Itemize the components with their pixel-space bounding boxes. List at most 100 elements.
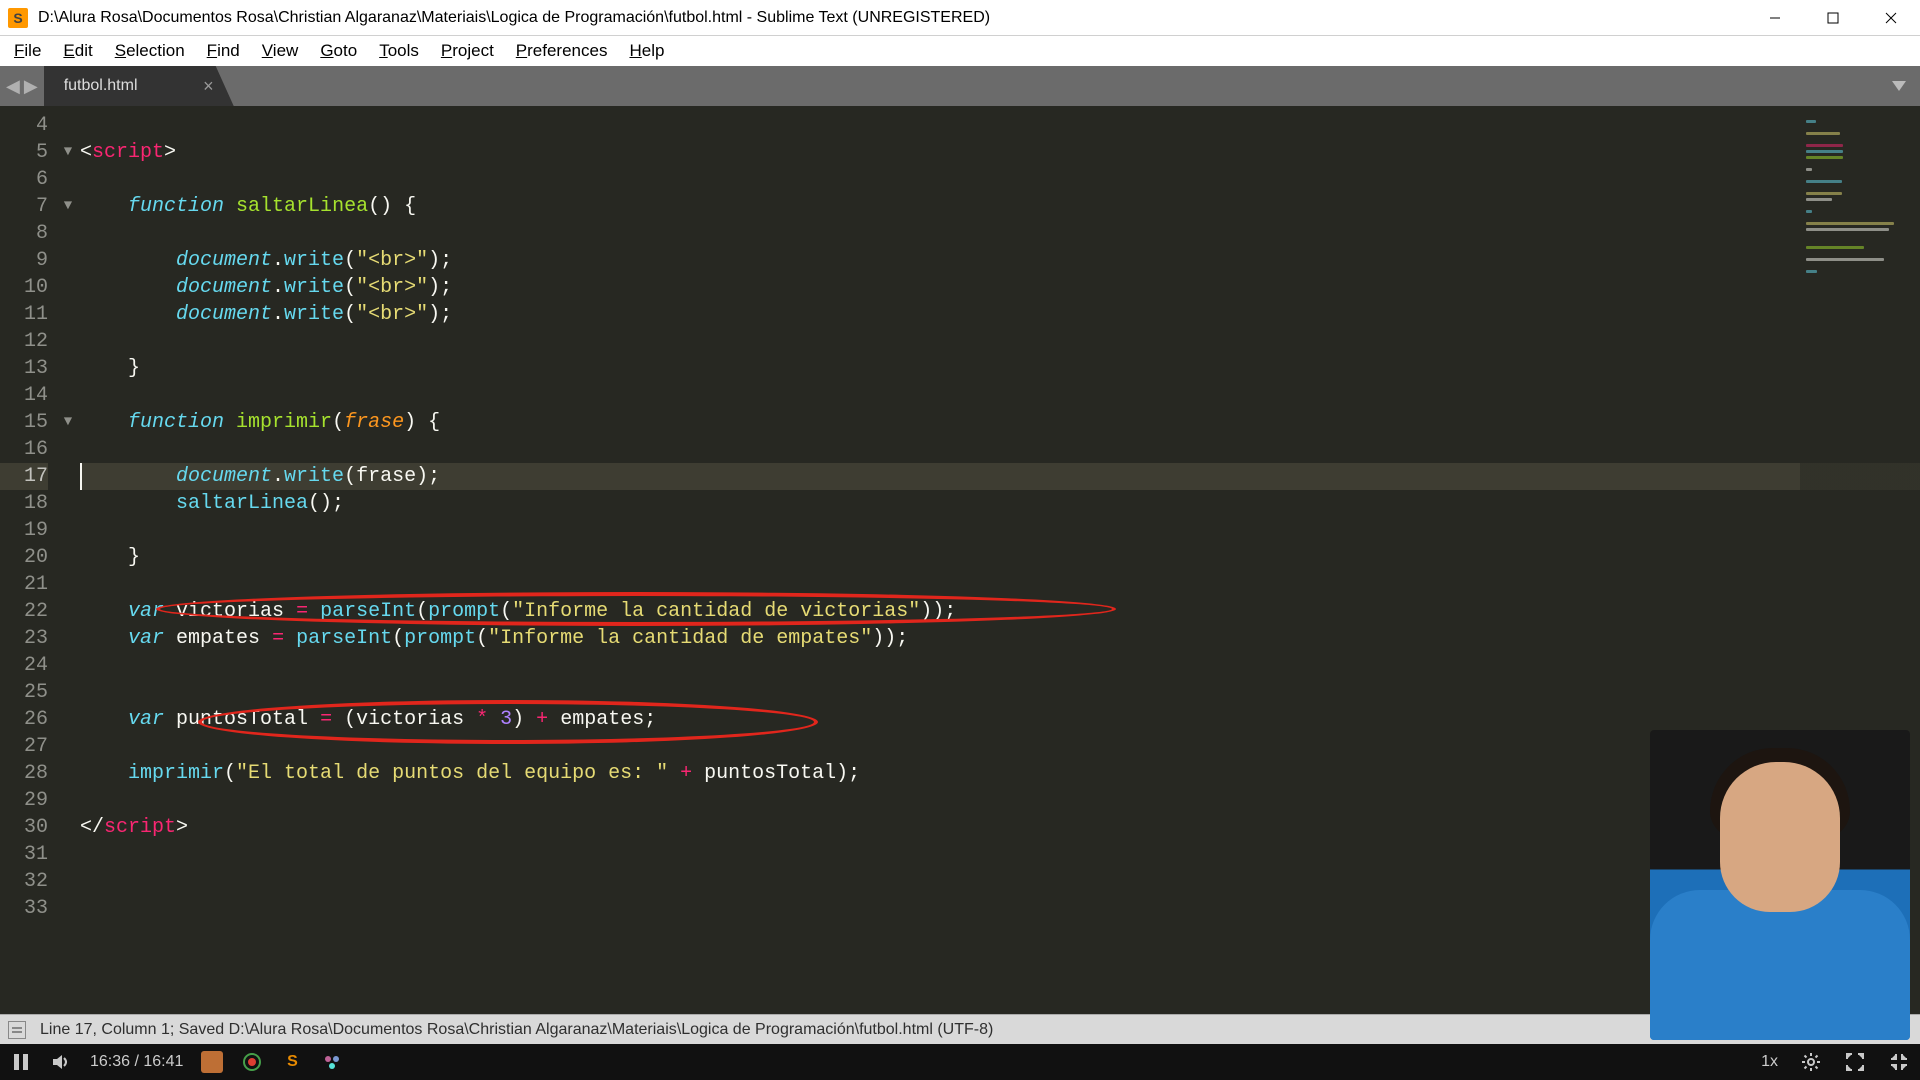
code-line[interactable] <box>80 166 1920 193</box>
code-line[interactable]: } <box>80 355 1920 382</box>
menu-file[interactable]: File <box>4 39 51 63</box>
code-line[interactable] <box>80 733 1920 760</box>
window-titlebar: S D:\Alura Rosa\Documentos Rosa\Christia… <box>0 0 1920 36</box>
volume-icon[interactable] <box>50 1051 72 1073</box>
code-line[interactable] <box>80 679 1920 706</box>
fold-marker <box>58 787 78 814</box>
status-bar: Line 17, Column 1; Saved D:\Alura Rosa\D… <box>0 1014 1920 1044</box>
window-maximize-button[interactable] <box>1804 0 1862 35</box>
fold-marker <box>58 247 78 274</box>
menu-selection[interactable]: Selection <box>105 39 195 63</box>
pause-icon[interactable] <box>10 1051 32 1073</box>
code-line[interactable] <box>80 571 1920 598</box>
code-line[interactable] <box>80 436 1920 463</box>
fold-column[interactable]: ▼ ▼ ▼ <box>58 106 78 1014</box>
code-line[interactable] <box>80 382 1920 409</box>
taskbar-app-2-icon[interactable] <box>241 1051 263 1073</box>
menu-find[interactable]: Find <box>197 39 250 63</box>
fold-marker <box>58 895 78 922</box>
fold-marker[interactable]: ▼ <box>58 139 78 166</box>
code-line[interactable]: <script> <box>80 139 1920 166</box>
tab-nav-arrows[interactable]: ◀ ▶ <box>0 66 44 106</box>
code-line[interactable]: document.write("<br>"); <box>80 301 1920 328</box>
line-number: 15 <box>0 409 48 436</box>
line-number: 31 <box>0 841 48 868</box>
code-line[interactable]: } <box>80 544 1920 571</box>
code-line[interactable]: imprimir("El total de puntos del equipo … <box>80 760 1920 787</box>
line-number: 6 <box>0 166 48 193</box>
line-number: 22 <box>0 598 48 625</box>
tab-nav-prev-icon[interactable]: ◀ <box>6 76 20 97</box>
line-number: 33 <box>0 895 48 922</box>
code-line[interactable] <box>80 841 1920 868</box>
code-line[interactable] <box>80 517 1920 544</box>
fold-marker <box>58 760 78 787</box>
fold-marker <box>58 679 78 706</box>
window-close-button[interactable] <box>1862 0 1920 35</box>
code-line[interactable]: saltarLinea(); <box>80 490 1920 517</box>
menu-preferences[interactable]: Preferences <box>506 39 618 63</box>
line-number: 28 <box>0 760 48 787</box>
fold-marker <box>58 841 78 868</box>
zoom-level[interactable]: 1x <box>1761 1053 1778 1071</box>
line-number: 16 <box>0 436 48 463</box>
code-editor[interactable]: 4567891011121314151617181920212223242526… <box>0 106 1920 1014</box>
fold-marker <box>58 625 78 652</box>
code-line[interactable] <box>80 220 1920 247</box>
tab-active[interactable]: futbol.html × <box>44 66 234 106</box>
tab-overflow-button[interactable] <box>1878 66 1920 106</box>
code-line[interactable]: var puntosTotal = (victorias * 3) + empa… <box>80 706 1920 733</box>
line-number: 14 <box>0 382 48 409</box>
code-line[interactable] <box>80 652 1920 679</box>
code-line[interactable]: var empates = parseInt(prompt("Informe l… <box>80 625 1920 652</box>
fold-marker <box>58 490 78 517</box>
menu-help[interactable]: Help <box>619 39 674 63</box>
code-line[interactable]: document.write("<br>"); <box>80 247 1920 274</box>
menu-view[interactable]: View <box>252 39 309 63</box>
fold-marker <box>58 112 78 139</box>
line-number: 30 <box>0 814 48 841</box>
menu-edit[interactable]: Edit <box>53 39 102 63</box>
line-number: 4 <box>0 112 48 139</box>
line-number: 5 <box>0 139 48 166</box>
line-number: 24 <box>0 652 48 679</box>
window-minimize-button[interactable] <box>1746 0 1804 35</box>
code-area[interactable]: <script> function saltarLinea() { docume… <box>78 106 1920 1014</box>
fold-marker <box>58 220 78 247</box>
menu-tools[interactable]: Tools <box>369 39 429 63</box>
status-text: Line 17, Column 1; Saved D:\Alura Rosa\D… <box>40 1021 993 1039</box>
line-number: 32 <box>0 868 48 895</box>
fold-marker <box>58 733 78 760</box>
line-number: 11 <box>0 301 48 328</box>
menu-project[interactable]: Project <box>431 39 504 63</box>
code-line[interactable]: var victorias = parseInt(prompt("Informe… <box>80 598 1920 625</box>
settings-icon[interactable] <box>1800 1051 1822 1073</box>
code-line[interactable]: document.write("<br>"); <box>80 274 1920 301</box>
line-number: 10 <box>0 274 48 301</box>
fold-marker[interactable]: ▼ <box>58 409 78 436</box>
exit-fullscreen-icon[interactable] <box>1888 1051 1910 1073</box>
taskbar-app-4-icon[interactable] <box>321 1051 343 1073</box>
fold-marker[interactable]: ▼ <box>58 193 78 220</box>
code-line[interactable]: function saltarLinea() { <box>80 193 1920 220</box>
code-line[interactable]: function imprimir(frase) { <box>80 409 1920 436</box>
fold-marker <box>58 517 78 544</box>
taskbar-app-1-icon[interactable] <box>201 1051 223 1073</box>
code-line[interactable] <box>80 787 1920 814</box>
code-line[interactable] <box>80 328 1920 355</box>
code-line[interactable] <box>80 112 1920 139</box>
code-line[interactable]: </script> <box>80 814 1920 841</box>
tab-close-icon[interactable]: × <box>203 76 214 97</box>
line-number: 26 <box>0 706 48 733</box>
code-line[interactable] <box>80 868 1920 895</box>
status-panel-icon[interactable] <box>8 1021 26 1039</box>
code-line[interactable] <box>80 895 1920 922</box>
menu-goto[interactable]: Goto <box>310 39 367 63</box>
line-number: 29 <box>0 787 48 814</box>
fullscreen-icon[interactable] <box>1844 1051 1866 1073</box>
tab-nav-next-icon[interactable]: ▶ <box>24 76 38 97</box>
code-line[interactable]: document.write(frase); <box>80 463 1920 490</box>
fold-marker <box>58 382 78 409</box>
playback-time: 16:36 / 16:41 <box>90 1053 183 1071</box>
taskbar-app-3-icon[interactable]: S <box>281 1051 303 1073</box>
